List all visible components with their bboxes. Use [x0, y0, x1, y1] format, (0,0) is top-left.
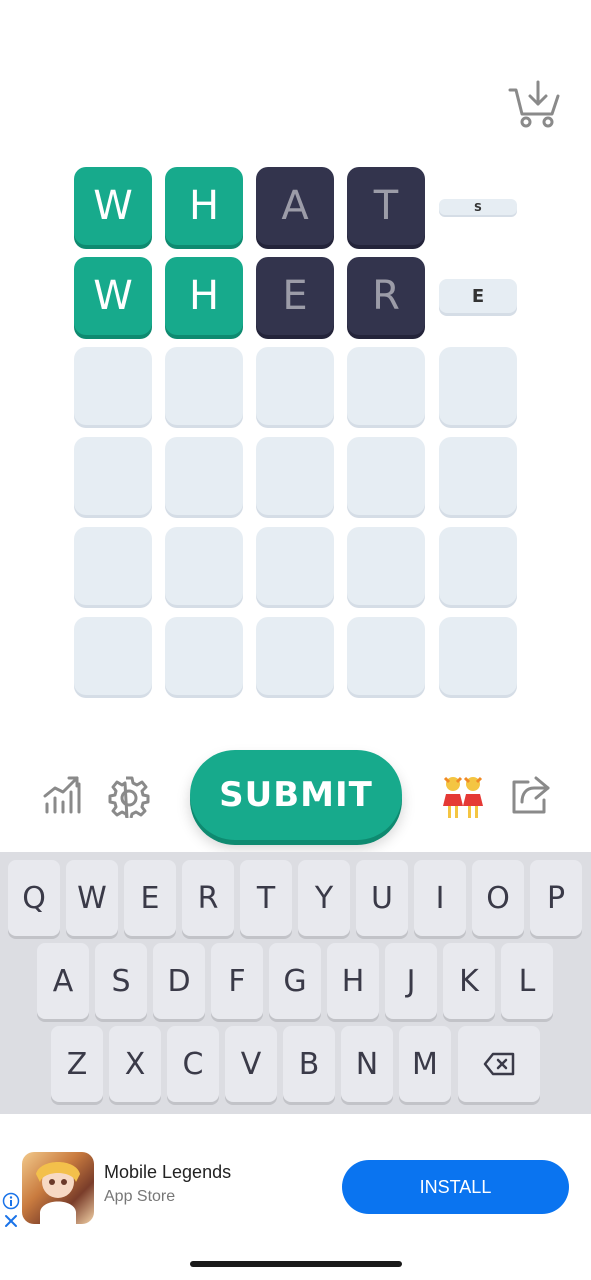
install-button[interactable]: INSTALL: [342, 1160, 569, 1214]
board-tile: [439, 347, 517, 425]
board-tile: [74, 617, 152, 695]
board-tile: W: [74, 167, 152, 245]
key-t[interactable]: T: [240, 860, 292, 936]
board-tile: [256, 617, 334, 695]
board-tile: [256, 347, 334, 425]
key-d[interactable]: D: [153, 943, 205, 1019]
key-r[interactable]: R: [182, 860, 234, 936]
board-tile: [165, 527, 243, 605]
key-n[interactable]: N: [341, 1026, 393, 1102]
key-l[interactable]: L: [501, 943, 553, 1019]
board-tile: [74, 347, 152, 425]
key-g[interactable]: G: [269, 943, 321, 1019]
backspace-icon: [483, 1052, 515, 1076]
ad-title: Mobile Legends: [104, 1162, 232, 1182]
key-w[interactable]: W: [66, 860, 118, 936]
key-o[interactable]: O: [472, 860, 524, 936]
board-tile: H: [165, 167, 243, 245]
key-z[interactable]: Z: [51, 1026, 103, 1102]
key-m[interactable]: M: [399, 1026, 451, 1102]
key-y[interactable]: Y: [298, 860, 350, 936]
board-tile: E: [256, 257, 334, 335]
submit-button[interactable]: SUBMIT: [190, 750, 402, 840]
board-tile: [256, 437, 334, 515]
board-tile: A: [256, 167, 334, 245]
key-p[interactable]: P: [530, 860, 582, 936]
home-indicator: [190, 1261, 402, 1267]
stats-icon[interactable]: [36, 771, 86, 821]
key-q[interactable]: Q: [8, 860, 60, 936]
cart-download-icon[interactable]: [508, 80, 564, 130]
key-k[interactable]: K: [443, 943, 495, 1019]
board-tile: [74, 437, 152, 515]
board-tile: [165, 437, 243, 515]
ad-app-icon[interactable]: [22, 1152, 94, 1224]
board-tile: [347, 617, 425, 695]
key-f[interactable]: F: [211, 943, 263, 1019]
key-s[interactable]: S: [95, 943, 147, 1019]
board-hint-tile: S: [439, 199, 517, 215]
key-x[interactable]: X: [109, 1026, 161, 1102]
board-tile: [165, 347, 243, 425]
board-tile: [439, 437, 517, 515]
key-b[interactable]: B: [283, 1026, 335, 1102]
people-icon[interactable]: [438, 771, 488, 821]
board-tile: [347, 527, 425, 605]
board-tile: H: [165, 257, 243, 335]
ad-banner[interactable]: Mobile Legends App Store INSTALL: [0, 1140, 591, 1240]
ad-subtitle: App Store: [104, 1188, 176, 1205]
key-c[interactable]: C: [167, 1026, 219, 1102]
board-tile: [439, 527, 517, 605]
board-tile: [347, 347, 425, 425]
board-tile: W: [74, 257, 152, 335]
backspace-key[interactable]: [458, 1026, 540, 1102]
key-a[interactable]: A: [37, 943, 89, 1019]
board-tile: [256, 527, 334, 605]
gear-icon[interactable]: [104, 771, 154, 821]
key-u[interactable]: U: [356, 860, 408, 936]
ad-close-icon[interactable]: [2, 1212, 20, 1230]
board-tile: [165, 617, 243, 695]
board-tile: [439, 617, 517, 695]
key-h[interactable]: H: [327, 943, 379, 1019]
keyboard: Q W E R T Y U I O P A S D F G H J K L Z …: [0, 852, 591, 1114]
board-tile: R: [347, 257, 425, 335]
key-v[interactable]: V: [225, 1026, 277, 1102]
share-icon[interactable]: [505, 771, 555, 821]
board-tile: T: [347, 167, 425, 245]
board-tile: [347, 437, 425, 515]
key-j[interactable]: J: [385, 943, 437, 1019]
key-i[interactable]: I: [414, 860, 466, 936]
board-hint-tile: E: [439, 279, 517, 313]
ad-info-icon[interactable]: [2, 1192, 20, 1210]
key-e[interactable]: E: [124, 860, 176, 936]
board-tile: [74, 527, 152, 605]
